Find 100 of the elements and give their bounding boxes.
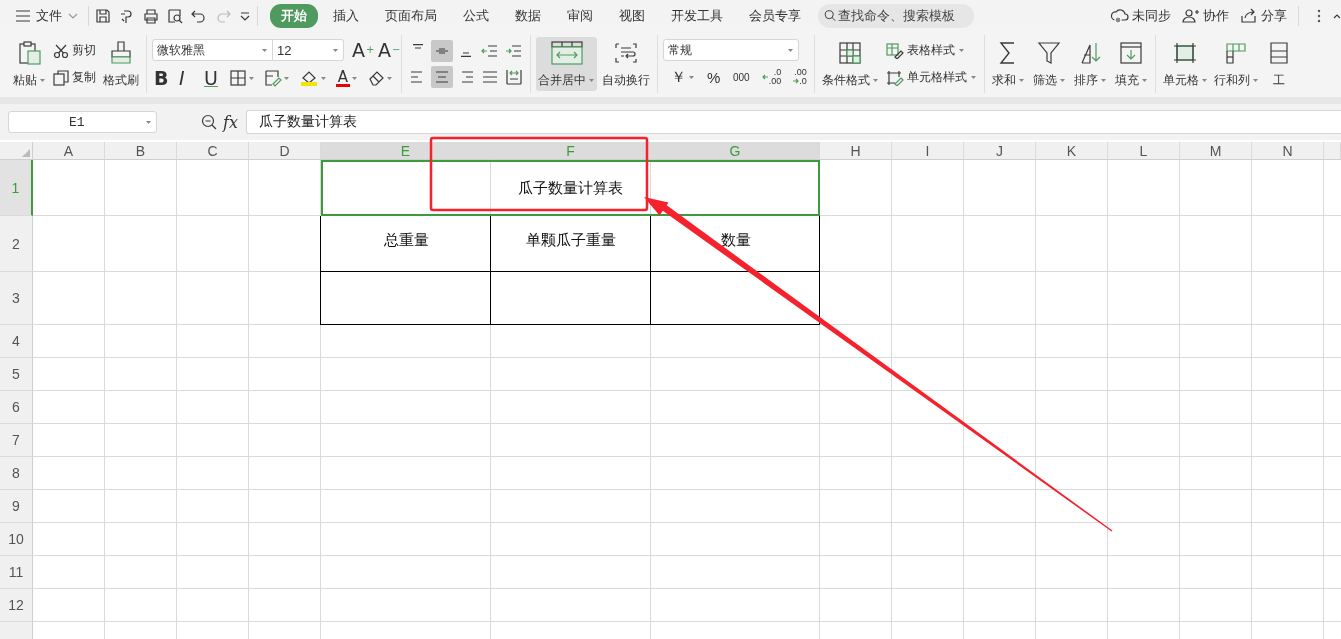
sync-button[interactable]: 未同步	[1105, 6, 1176, 25]
cell-style-button[interactable]: 单元格样式	[883, 67, 979, 88]
ribbon-tab[interactable]: 插入	[322, 3, 370, 28]
cell-format-button[interactable]	[262, 68, 292, 88]
row-header[interactable]: 2	[0, 216, 33, 272]
menu-icon	[16, 9, 30, 22]
merged-cell[interactable]: 瓜子数量计算表	[321, 160, 820, 216]
cut-button[interactable]: 剪切	[51, 40, 98, 61]
row-header[interactable]: 6	[0, 391, 33, 424]
ribbon-tab[interactable]: 页面布局	[374, 3, 448, 28]
save-icon[interactable]	[95, 7, 111, 24]
print-preview-icon[interactable]	[167, 7, 183, 24]
search-field[interactable]: 查找命令、搜索模板	[818, 3, 974, 28]
column-header[interactable]: M	[1180, 142, 1252, 160]
more-icon[interactable]	[1317, 7, 1321, 24]
column-header[interactable]: N	[1252, 142, 1324, 160]
caret-icon	[283, 75, 290, 81]
ribbon-tab[interactable]: 公式	[452, 3, 500, 28]
caret-icon	[787, 47, 794, 53]
zoom-icon[interactable]	[201, 114, 217, 130]
borders-button[interactable]	[227, 68, 257, 88]
align-middle-button[interactable]	[431, 40, 453, 62]
caret-icon	[1251, 78, 1259, 83]
filter-button[interactable]: 筛选	[1030, 37, 1068, 91]
row-header[interactable]: 8	[0, 457, 33, 490]
insert-function-button[interactable]: fx	[223, 112, 238, 132]
ribbon-tab[interactable]: 数据	[504, 3, 552, 28]
column-header[interactable]: H	[820, 142, 892, 160]
collapse-icon[interactable]	[1333, 12, 1341, 19]
row-header[interactable]: 3	[0, 272, 33, 325]
name-box[interactable]: E1	[8, 111, 157, 133]
align-top-icon	[412, 44, 424, 49]
customize-icon[interactable]	[239, 9, 251, 22]
caret-icon	[1099, 78, 1107, 83]
column-header[interactable]: K	[1036, 142, 1108, 160]
format-painter-button[interactable]: 格式刷	[101, 37, 141, 91]
borders-icon	[229, 69, 247, 87]
paste-button[interactable]: 粘贴	[11, 37, 48, 91]
worksheet-button[interactable]: 工	[1262, 37, 1295, 91]
column-header[interactable]: J	[964, 142, 1036, 160]
formula-field[interactable]: 瓜子数量计算表	[245, 110, 1341, 134]
cell-button[interactable]: 单元格	[1160, 37, 1210, 91]
caret-icon	[351, 75, 358, 81]
table-style-button[interactable]: 表格样式	[883, 40, 979, 61]
row-header[interactable]: 11	[0, 556, 33, 589]
table-style-icon	[885, 42, 904, 59]
ribbon-tab[interactable]: 开发工具	[660, 3, 734, 28]
row-header[interactable]: 7	[0, 424, 33, 457]
column-header[interactable]: B	[105, 142, 177, 160]
column-header[interactable]: I	[892, 142, 964, 160]
row-header[interactable]: 10	[0, 523, 33, 556]
sheet-title: 瓜子数量计算表	[518, 178, 623, 198]
font-color-button[interactable]: A	[334, 68, 360, 88]
caret-icon	[1200, 78, 1208, 83]
increase-decimal-button[interactable]: .0 .00	[759, 67, 784, 87]
ribbon-tab[interactable]: 视图	[608, 3, 656, 28]
cell-format-icon	[264, 69, 282, 87]
ribbon-tab[interactable]: 审阅	[556, 3, 604, 28]
chevron-down-icon	[68, 12, 78, 19]
caret-icon	[39, 78, 46, 83]
row-header[interactable]: 12	[0, 589, 33, 622]
merge-center-button[interactable]: 合并居中	[536, 37, 597, 91]
font-size-field[interactable]: 12	[273, 39, 344, 61]
sum-button[interactable]: 求和	[989, 37, 1027, 91]
print-icon[interactable]	[143, 7, 159, 24]
copy-icon	[53, 69, 69, 86]
underline-button[interactable]: U	[202, 67, 222, 89]
currency-button[interactable]: ￥	[667, 66, 697, 88]
copy-button[interactable]: 复制	[51, 67, 98, 88]
bold-button[interactable]: B	[152, 67, 172, 89]
conditional-format-button[interactable]: 条件格式	[819, 37, 881, 91]
arrow-right-icon	[793, 78, 800, 84]
font-name-field[interactable]: 微软雅黑	[152, 39, 273, 61]
italic-button[interactable]: I	[177, 67, 197, 89]
thousands-button[interactable]: 000	[731, 70, 752, 84]
rows-columns-button[interactable]: 行和列	[1211, 37, 1261, 91]
column-header[interactable]: C	[177, 142, 249, 160]
number-format-field[interactable]: 常规	[663, 39, 799, 61]
decrease-decimal-button[interactable]: .00 .0	[791, 67, 809, 87]
row-header[interactable]: 5	[0, 358, 33, 391]
caret-icon	[332, 47, 339, 53]
merge-cells-icon	[549, 39, 584, 67]
caret-icon	[261, 47, 268, 53]
percent-button[interactable]: %	[705, 67, 723, 87]
column-header[interactable]: A	[33, 142, 105, 160]
caret-icon	[969, 75, 977, 80]
wrap-text-button[interactable]: 自动换行	[600, 37, 652, 91]
file-menu[interactable]: 文件	[12, 6, 82, 25]
collaborate-button[interactable]: 协作	[1176, 6, 1234, 25]
row-header[interactable]: 4	[0, 325, 33, 358]
fill-button[interactable]: 填充	[1112, 37, 1150, 91]
column-header[interactable]: D	[249, 142, 321, 160]
align-bottom-icon	[460, 52, 472, 57]
caret-icon	[248, 75, 255, 81]
ribbon-tab[interactable]: 会员专享	[738, 3, 812, 28]
share-button[interactable]: 分享	[1234, 6, 1292, 25]
align-center-button[interactable]	[431, 66, 453, 88]
sort-button[interactable]: 排序	[1071, 37, 1109, 91]
row-header[interactable]: 9	[0, 490, 33, 523]
column-header[interactable]: L	[1108, 142, 1180, 160]
